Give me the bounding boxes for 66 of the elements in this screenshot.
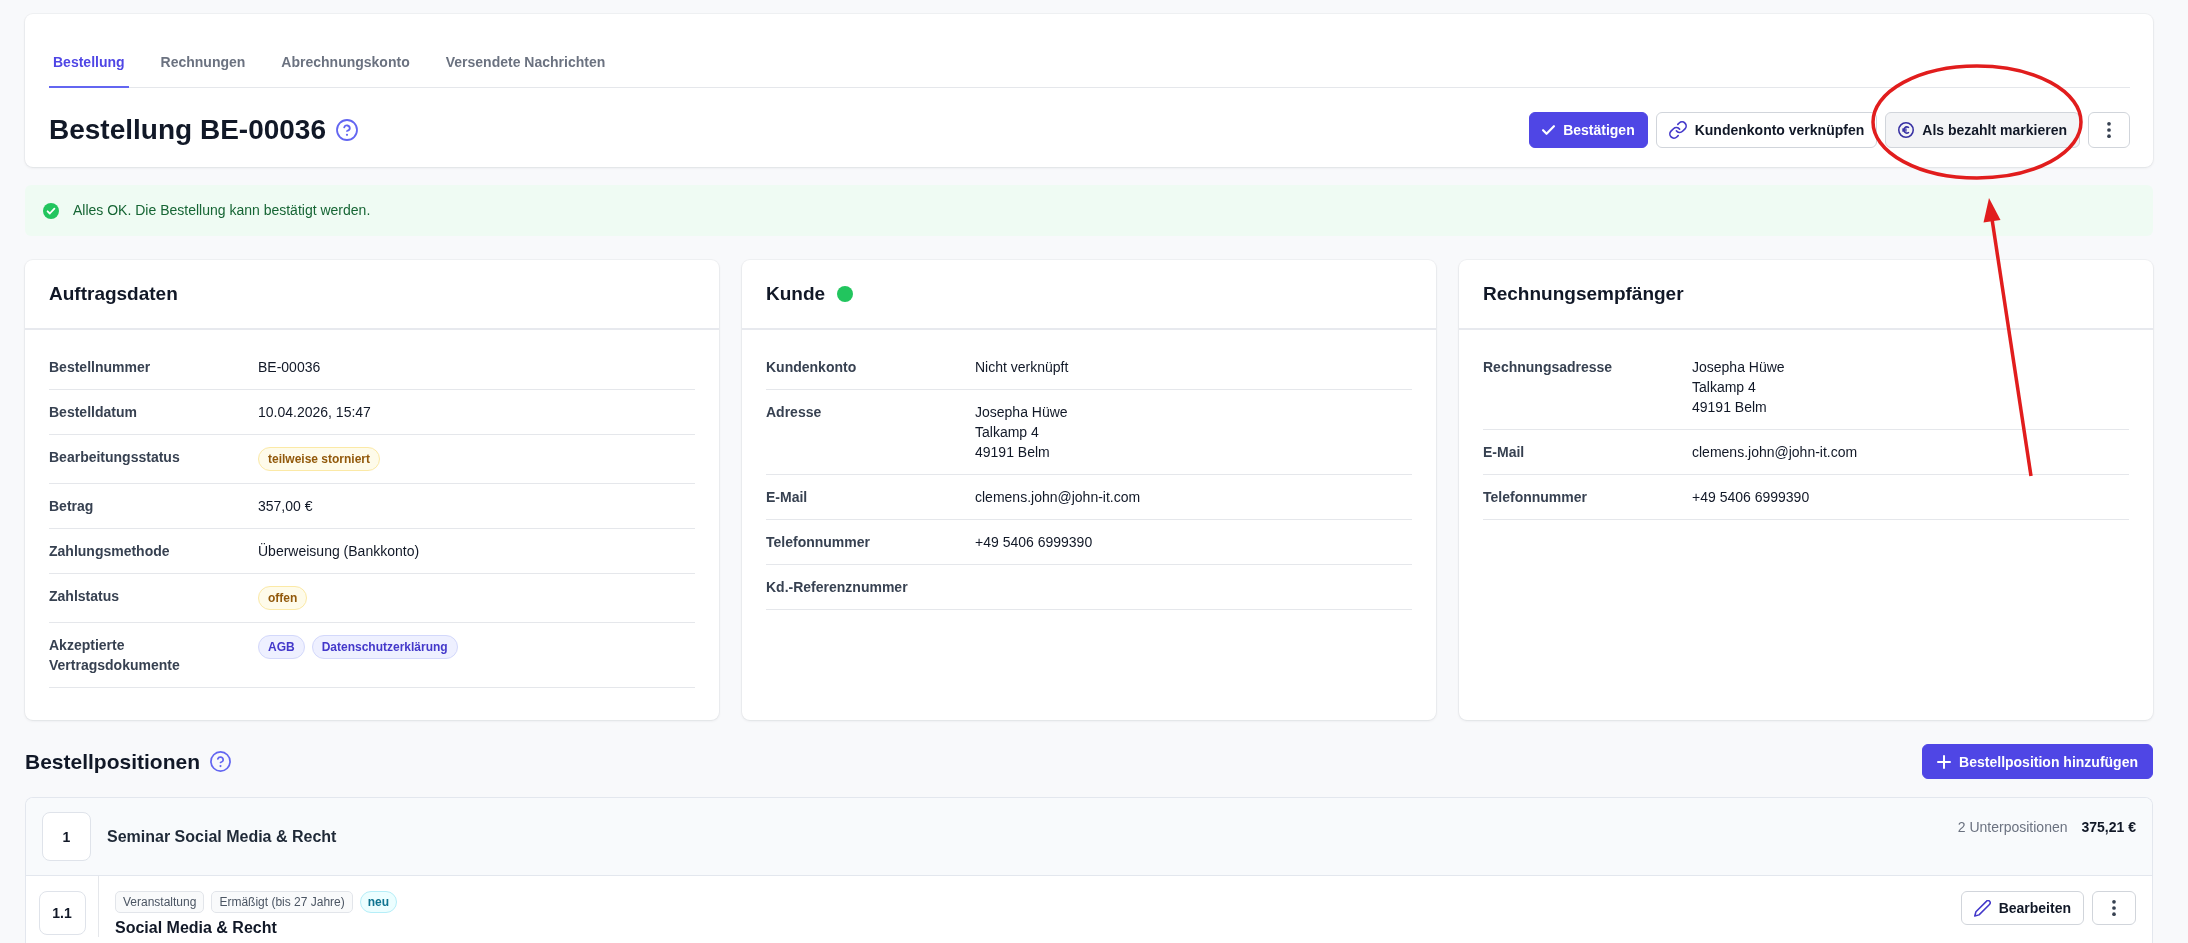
field-value: +49 5406 6999390 <box>1692 488 1810 507</box>
field-label: E-Mail <box>766 488 809 507</box>
subposition-count: 2 Unterpositionen <box>1957 818 2068 837</box>
field-value: clemens.john@john-it.com <box>975 488 1141 507</box>
help-icon[interactable] <box>210 751 232 772</box>
field-value: clemens.john@john-it.com <box>1692 443 1858 462</box>
field-value: Nicht verknüpft <box>975 358 1069 377</box>
status-badge: teilweise storniert <box>258 447 381 471</box>
plus-icon <box>1937 754 1952 769</box>
document-tag: Datenschutzerklärung <box>311 635 458 659</box>
field-label: Kundenkonto <box>766 358 858 377</box>
field-label: E-Mail <box>1483 443 1526 462</box>
pencil-icon <box>1973 899 1991 917</box>
link-icon <box>1668 121 1687 139</box>
field-label: Adresse <box>766 403 823 422</box>
document-tag: AGB <box>258 635 305 659</box>
field-value: Überweisung (Bankkonto) <box>258 542 420 561</box>
subposition-number: 1.1 <box>38 891 86 935</box>
field-value: +49 5406 6999390 <box>975 533 1093 552</box>
euro-icon <box>1898 122 1915 138</box>
field-label: Telefonnummer <box>766 533 871 552</box>
position-title: Seminar Social Media & Recht <box>107 826 338 847</box>
position-number: 1 <box>42 812 91 861</box>
card-title: Rechnungsempfänger <box>1483 282 1684 306</box>
field-label: Kd.-Referenznummer <box>766 578 909 597</box>
address-value: Josepha Hüwe Talkamp 4 49191 Belm <box>1692 358 1785 417</box>
status-badge: offen <box>258 586 308 610</box>
field-label: Zahlungsmethode <box>49 542 171 561</box>
tab[interactable]: Bestellung <box>49 38 129 88</box>
check-circle-icon <box>43 202 59 219</box>
new-tag: neu <box>359 891 398 913</box>
mark-paid-button[interactable]: Als bezahlt markieren <box>1885 112 2080 148</box>
edit-button[interactable]: Bearbeiten <box>1960 891 2084 925</box>
address-value: Josepha Hüwe Talkamp 4 49191 Belm <box>975 403 1068 462</box>
card-title: Auftragsdaten <box>49 282 178 306</box>
position-total: 375,21 € <box>2081 818 2136 837</box>
help-icon[interactable] <box>336 119 358 141</box>
tab[interactable]: Versendete Nachrichten <box>441 38 610 88</box>
field-label: Zahlstatus <box>49 587 120 606</box>
category-tag: Veranstaltung <box>115 891 205 913</box>
tab[interactable]: Abrechnungskonto <box>277 38 414 88</box>
category-tag: Ermäßigt (bis 27 Jahre) <box>211 891 353 913</box>
field-label: Bearbeitungsstatus <box>49 448 181 467</box>
subposition-title: Social Media & Recht <box>115 918 277 937</box>
vertical-dots-icon <box>2112 900 2116 916</box>
field-label: Betrag <box>49 497 95 516</box>
field-label: Bestellnummer <box>49 358 152 377</box>
add-position-button[interactable]: Bestellposition hinzufügen <box>1922 744 2153 779</box>
field-value: 10.04.2026, 15:47 <box>258 403 371 422</box>
card-title: Kunde <box>766 282 826 306</box>
field-value: 357,00 € <box>258 497 313 516</box>
vertical-dots-icon <box>2107 122 2111 138</box>
check-icon <box>1542 125 1556 135</box>
link-account-button[interactable]: Kundenkonto verknüpfen <box>1655 112 1878 148</box>
more-button[interactable] <box>2088 112 2130 148</box>
confirm-button[interactable]: Bestätigen <box>1529 112 1648 148</box>
field-label: Rechnungsadresse <box>1483 358 1614 377</box>
field-label: Telefonnummer <box>1483 488 1588 507</box>
more-button[interactable] <box>2092 891 2136 925</box>
field-label: Akzeptierte Vertragsdokumente <box>49 636 181 675</box>
tab[interactable]: Rechnungen <box>156 38 250 88</box>
alert-text: Alles OK. Die Bestellung kann bestätigt werden. <box>73 201 371 220</box>
section-title: Bestellpositionen <box>25 748 201 775</box>
page-title: Bestellung BE-00036 <box>49 113 326 147</box>
field-label: Bestelldatum <box>49 403 138 422</box>
field-value: BE-00036 <box>258 358 321 377</box>
